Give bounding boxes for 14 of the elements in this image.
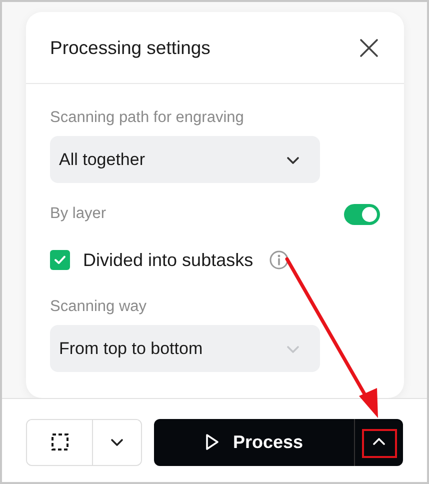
highlight-frame	[362, 428, 397, 458]
dropdown[interactable]: All together	[50, 136, 320, 183]
field-label: Scanning path for engraving	[50, 108, 245, 128]
play-icon	[204, 433, 219, 451]
checkbox[interactable]	[50, 250, 70, 270]
selection-icon[interactable]	[27, 420, 93, 464]
check-icon	[53, 253, 67, 267]
toggle-switch[interactable]	[344, 204, 380, 224]
panel-title: Processing settings	[50, 36, 210, 58]
close-button[interactable]	[358, 36, 380, 58]
toggle-label: By layer	[50, 204, 106, 224]
info-icon[interactable]	[269, 250, 290, 270]
checkbox-label: Divided into subtasks	[83, 250, 254, 270]
field-label: Scanning way	[50, 297, 148, 317]
